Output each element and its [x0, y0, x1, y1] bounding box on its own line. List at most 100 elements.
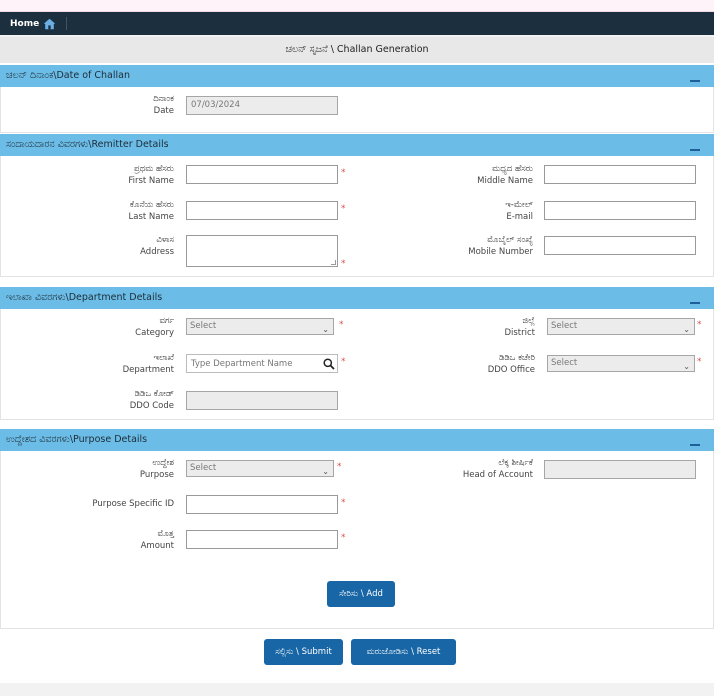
nav-home-label: Home — [10, 18, 40, 29]
district-label-kn: ಜಿಲ್ಲೆ — [522, 316, 535, 326]
district-select-value: Select — [551, 321, 578, 331]
required-mark: * — [341, 259, 346, 269]
ddo-code-field[interactable] — [186, 391, 338, 410]
navbar: Home — [0, 12, 714, 35]
purpose-label: ಉದ್ದೇಶ Purpose — [61, 457, 174, 481]
home-icon — [43, 18, 56, 29]
ddo-office-label-en: DDO Office — [487, 365, 535, 375]
purpose-select-value: Select — [190, 463, 217, 473]
page-title: ಚಲನ್ ಸೃಜನೆ \ Challan Generation — [0, 37, 714, 63]
district-label: ಜಿಲ್ಲೆ District — [421, 315, 535, 339]
section-header-date: ಚಲನ್ ದಿನಾಂಕ\Date of Challan — [0, 65, 714, 87]
amount-field[interactable] — [186, 530, 338, 549]
first-name-label-kn: ಪ್ರಥಮ ಹೆಸರು — [133, 164, 174, 174]
email-label-kn: ಇ-ಮೇಲ್ — [505, 200, 533, 210]
head-of-account-field[interactable] — [544, 460, 696, 479]
section-body-date: ದಿನಾಂಕ Date 07/03/2024 — [0, 87, 714, 133]
purpose-specific-id-label: Purpose Specific ID — [92, 499, 174, 509]
section-header-remitter: ಸಂದಾಯದಾರನ ವಿವರಗಳು\Remitter Details — [0, 134, 714, 156]
nav-home-link[interactable]: Home — [10, 16, 56, 31]
reset-button[interactable]: ಮರುಜೋಡಿಸು \ Reset — [351, 639, 456, 665]
section-title-remitter: ಸಂದಾಯದಾರನ ವಿವರಗಳು\Remitter Details — [6, 139, 169, 150]
ddo-office-label-kn: ಡಿಡಿಒ ಕಚೇರಿ — [498, 353, 535, 363]
collapse-purpose-minus-icon[interactable] — [690, 444, 700, 446]
purpose-label-kn: ಉದ್ದೇಶ — [152, 458, 174, 468]
required-mark: * — [337, 462, 342, 472]
category-select-value: Select — [190, 321, 217, 331]
section-title-department: ಇಲಾಖಾ ವಿವರಗಳು\Department Details — [6, 292, 163, 303]
chevron-down-icon: ⌄ — [683, 325, 690, 334]
ddo-office-select[interactable]: Select ⌄ — [547, 355, 695, 372]
mobile-label-kn: ಮೊಬೈಲ್ ಸಂಖ್ಯೆ — [487, 235, 533, 245]
ddo-code-label: ಡಿಡಿಒ ಕೋಡ್ DDO Code — [61, 388, 174, 412]
nav-divider — [66, 17, 67, 30]
section-header-purpose: ಉದ್ದೇಶದ ವಿವರಗಳು\Purpose Details — [0, 429, 714, 451]
date-label: ದಿನಾಂಕ Date — [61, 93, 174, 117]
amount-label: ಮೊತ್ತ Amount — [61, 528, 174, 552]
collapse-date-minus-icon[interactable] — [690, 80, 700, 82]
address-label-kn: ವಿಳಾಸ — [156, 235, 174, 245]
department-label-kn: ಇಲಾಖೆ — [153, 353, 174, 363]
chevron-down-icon: ⌄ — [683, 362, 690, 371]
address-label-en: Address — [140, 247, 174, 257]
required-mark: * — [339, 320, 344, 330]
required-mark: * — [341, 357, 346, 367]
section-title-date: ಚಲನ್ ದಿನಾಂಕ\Date of Challan — [6, 70, 130, 81]
ddo-code-label-kn: ಡಿಡಿಒ ಕೋಡ್ — [134, 389, 174, 399]
email-label-en: E-mail — [506, 212, 533, 222]
department-label-en: Department — [122, 365, 174, 375]
middle-name-label-kn: ಮಧ್ಯದ ಹೆಸರು — [492, 164, 533, 174]
purpose-specific-id-field[interactable] — [186, 495, 338, 514]
first-name-field[interactable] — [186, 165, 338, 184]
resize-handle[interactable] — [331, 260, 336, 265]
chevron-down-icon: ⌄ — [322, 325, 329, 334]
category-label-en: Category — [135, 328, 174, 338]
required-mark: * — [341, 533, 346, 543]
mobile-label: ಮೊಬೈಲ್ ಸಂಖ್ಯೆ Mobile Number — [421, 234, 533, 258]
purpose-select[interactable]: Select ⌄ — [186, 460, 334, 477]
required-mark: * — [697, 320, 702, 330]
mobile-field[interactable] — [544, 236, 696, 255]
required-mark: * — [341, 498, 346, 508]
submit-button[interactable]: ಸಲ್ಲಿಸು \ Submit — [264, 639, 343, 665]
section-header-department: ಇಲಾಖಾ ವಿವರಗಳು\Department Details — [0, 287, 714, 309]
address-label: ವಿಳಾಸ Address — [61, 234, 174, 258]
department-label: ಇಲಾಖೆ Department — [61, 352, 174, 376]
section-title-purpose: ಉದ್ದೇಶದ ವಿವರಗಳು\Purpose Details — [6, 434, 148, 445]
date-label-en: Date — [153, 106, 174, 116]
category-select[interactable]: Select ⌄ — [186, 318, 334, 335]
purpose-label-en: Purpose — [139, 470, 174, 480]
date-field[interactable]: 07/03/2024 — [186, 96, 338, 115]
head-of-account-label: ಲೆಕ್ಕ ಶೀರ್ಷಿಕೆ Head of Account — [421, 457, 533, 481]
required-mark: * — [341, 204, 346, 214]
middle-name-label: ಮಧ್ಯದ ಹೆಸರು Middle Name — [421, 163, 533, 187]
last-name-label-kn: ಕೊನೆಯ ಹೆಸರು — [129, 200, 174, 210]
category-label: ವರ್ಗ Category — [61, 315, 174, 339]
address-field[interactable] — [186, 235, 338, 267]
top-strip — [0, 0, 714, 12]
section-body-purpose: ಉದ್ದೇಶ Purpose Select ⌄ * ಲೆಕ್ಕ ಶೀರ್ಷಿಕೆ… — [0, 451, 714, 629]
section-body-department: ವರ್ಗ Category Select ⌄ * ಜಿಲ್ಲೆ District… — [0, 309, 714, 420]
chevron-down-icon: ⌄ — [322, 467, 329, 476]
district-select[interactable]: Select ⌄ — [547, 318, 695, 335]
first-name-label-en: First Name — [128, 176, 174, 186]
add-button[interactable]: ಸೇರಿಸು \ Add — [327, 581, 395, 607]
middle-name-field[interactable] — [544, 165, 696, 184]
department-search-input[interactable] — [186, 354, 338, 373]
search-icon[interactable] — [323, 358, 335, 370]
mobile-label-en: Mobile Number — [468, 247, 533, 257]
section-body-remitter: ಪ್ರಥಮ ಹೆಸರು First Name * ಮಧ್ಯದ ಹೆಸರು Mid… — [0, 156, 714, 277]
collapse-department-minus-icon[interactable] — [690, 302, 700, 304]
amount-label-kn: ಮೊತ್ತ — [157, 529, 174, 539]
middle-name-label-en: Middle Name — [477, 176, 533, 186]
required-mark: * — [341, 168, 346, 178]
ddo-code-label-en: DDO Code — [129, 401, 174, 411]
collapse-remitter-minus-icon[interactable] — [690, 149, 700, 151]
head-of-account-label-kn: ಲೆಕ್ಕ ಶೀರ್ಷಿಕೆ — [498, 458, 533, 468]
district-label-en: District — [504, 328, 535, 338]
form-content: ಚಲನ್ ದಿನಾಂಕ\Date of Challan ದಿನಾಂಕ Date … — [0, 63, 714, 683]
email-field[interactable] — [544, 201, 696, 220]
date-label-kn: ದಿನಾಂಕ — [153, 94, 174, 104]
ddo-office-label: ಡಿಡಿಒ ಕಚೇರಿ DDO Office — [421, 352, 535, 376]
last-name-field[interactable] — [186, 201, 338, 220]
